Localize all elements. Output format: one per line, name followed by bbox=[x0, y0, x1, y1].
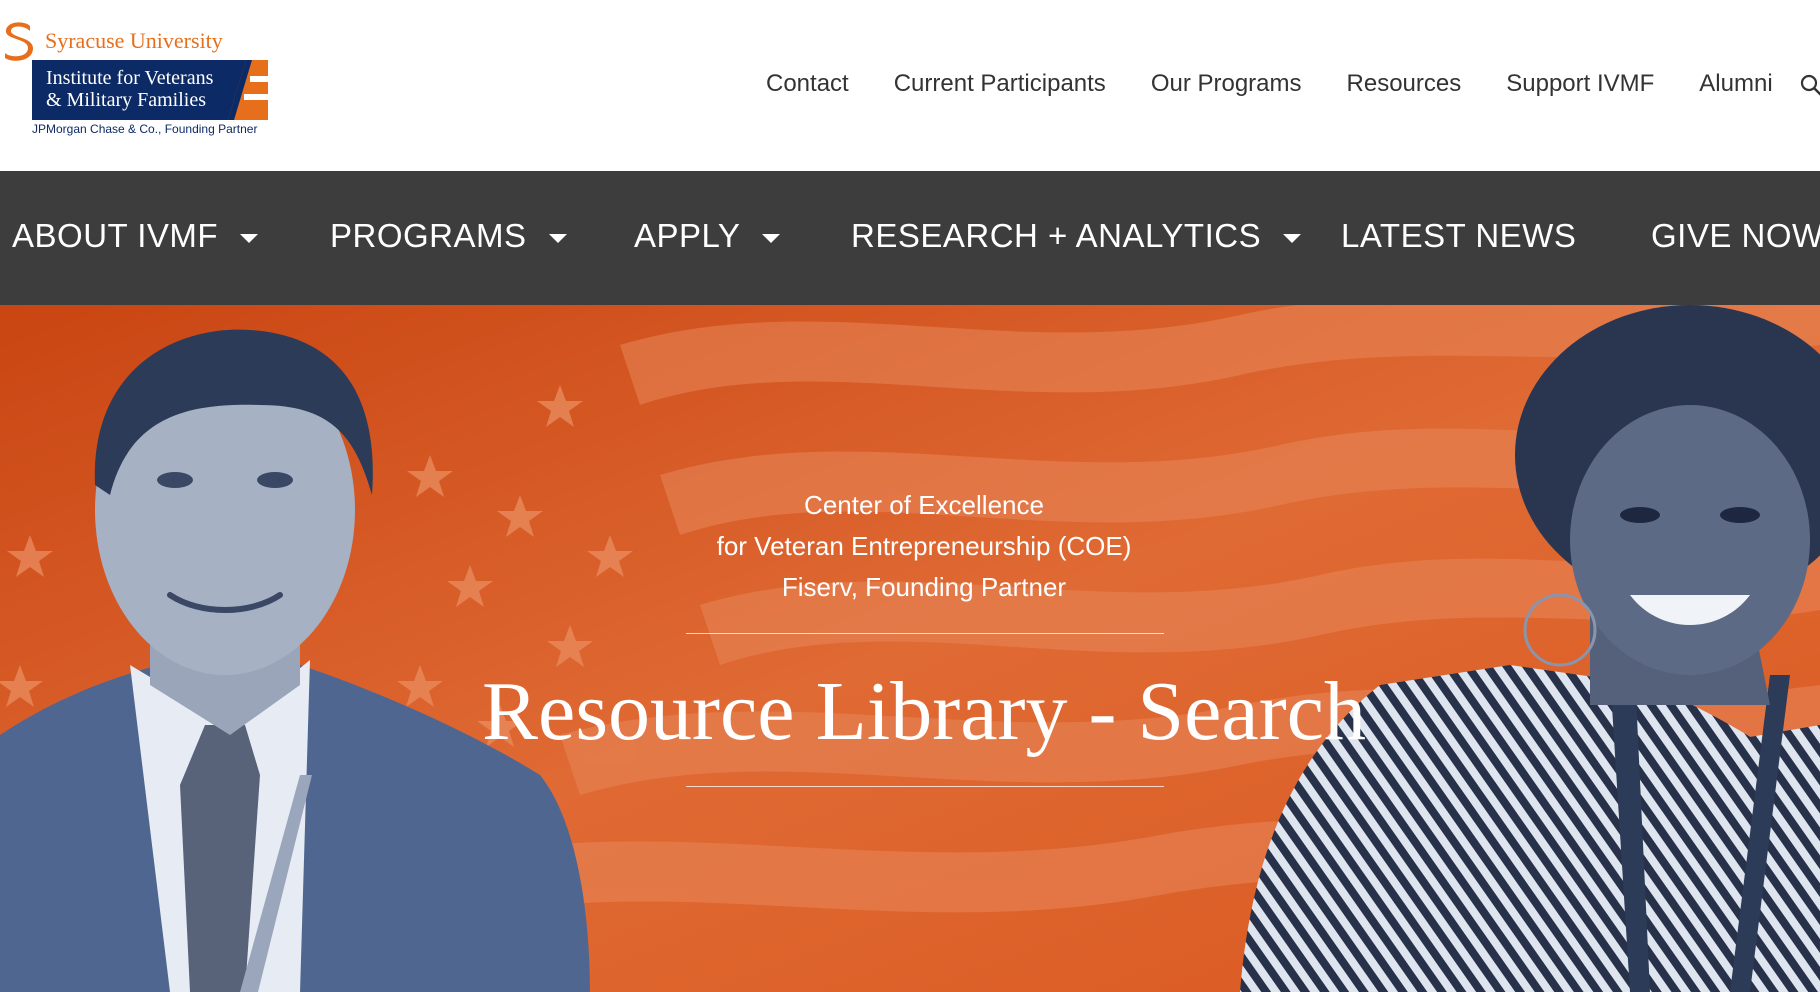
hero-subtitle-line1: Center of Excellence bbox=[804, 490, 1044, 520]
top-nav-current-participants[interactable]: Current Participants bbox=[894, 70, 1106, 98]
main-nav-research-analytics[interactable]: RESEARCH + ANALYTICS bbox=[851, 217, 1302, 255]
logo-institute-line2: & Military Families bbox=[46, 89, 206, 111]
main-nav-label: APPLY bbox=[634, 217, 741, 254]
logo-partner-text: JPMorgan Chase & Co., Founding Partner bbox=[32, 122, 258, 136]
main-nav-label: RESEARCH + ANALYTICS bbox=[851, 217, 1262, 254]
logo-e-mark-icon bbox=[228, 60, 268, 120]
hero-banner: Center of Excellence for Veteran Entrepr… bbox=[0, 305, 1820, 992]
logo-institute-line1: Institute for Veterans bbox=[46, 67, 214, 89]
main-nav-give-now[interactable]: GIVE NOW bbox=[1651, 217, 1820, 255]
hero-subtitle-line3: Fiserv, Founding Partner bbox=[781, 572, 1067, 602]
hero-divider-top bbox=[686, 633, 1164, 634]
hero-divider-bottom bbox=[686, 786, 1164, 787]
ivmf-logo[interactable]: Syracuse University Institute for Vetera… bbox=[2, 20, 272, 140]
logo-banner-content: Institute for Veterans & Military Famili… bbox=[32, 60, 268, 120]
hero-content: Center of Excellence for Veteran Entrepr… bbox=[0, 305, 1820, 992]
top-nav-support-ivmf[interactable]: Support IVMF bbox=[1506, 70, 1654, 98]
main-nav-apply[interactable]: APPLY bbox=[634, 217, 781, 255]
caret-down-icon bbox=[762, 233, 781, 243]
caret-down-icon bbox=[548, 233, 567, 243]
main-nav-label: ABOUT IVMF bbox=[12, 217, 219, 254]
main-nav-label: PROGRAMS bbox=[330, 217, 527, 254]
hero-subtitle-line2: for Veteran Entrepreneurship (COE) bbox=[716, 531, 1132, 561]
main-nav-latest-news[interactable]: LATEST NEWS bbox=[1341, 217, 1576, 255]
main-nav: ABOUT IVMF PROGRAMS APPLY RESEARCH + ANA… bbox=[0, 171, 1820, 305]
syracuse-s-logo-icon bbox=[5, 22, 34, 61]
top-nav-resources[interactable]: Resources bbox=[1347, 70, 1462, 98]
search-icon[interactable] bbox=[1800, 74, 1820, 96]
caret-down-icon bbox=[240, 233, 259, 243]
top-nav-alumni[interactable]: Alumni bbox=[1699, 70, 1772, 98]
site-header: Syracuse University Institute for Vetera… bbox=[0, 0, 1820, 171]
utility-nav: Contact Current Participants Our Program… bbox=[766, 70, 1820, 98]
main-nav-label: LATEST NEWS bbox=[1341, 217, 1577, 254]
top-nav-our-programs[interactable]: Our Programs bbox=[1151, 70, 1302, 98]
caret-down-icon bbox=[1283, 233, 1302, 243]
main-nav-about-ivmf[interactable]: ABOUT IVMF bbox=[12, 217, 259, 255]
main-nav-programs[interactable]: PROGRAMS bbox=[330, 217, 567, 255]
logo-university-name: Syracuse University bbox=[45, 28, 223, 53]
hero-subtitle: Center of Excellence for Veteran Entrepr… bbox=[0, 485, 1820, 608]
main-nav-label: GIVE NOW bbox=[1651, 217, 1820, 254]
page-title: Resource Library - Search bbox=[482, 665, 1366, 758]
top-nav-contact[interactable]: Contact bbox=[766, 70, 849, 98]
